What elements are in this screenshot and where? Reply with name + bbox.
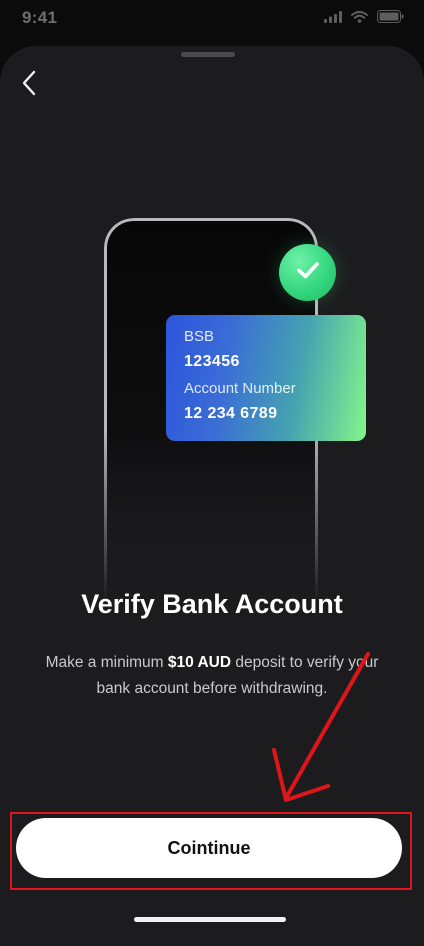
signal-icon: [324, 10, 342, 28]
bsb-value: 123456: [184, 353, 240, 370]
wifi-icon: [351, 10, 368, 28]
sheet-grabber[interactable]: [181, 52, 235, 57]
home-indicator: [134, 917, 286, 922]
checkmark-icon: [296, 260, 320, 285]
bottom-sheet: BSB 123456 Account Number 12 234 6789 Ve…: [0, 46, 424, 946]
status-icons: [324, 10, 404, 28]
annotation-arrow: [272, 652, 370, 802]
account-number-value: 12 234 6789: [184, 405, 278, 422]
battery-icon: [377, 10, 404, 28]
bsb-label: BSB: [184, 328, 215, 345]
continue-button[interactable]: Cointinue: [16, 818, 402, 878]
description-before: Make a minimum: [45, 654, 168, 671]
minimum-amount: $10 AUD: [167, 654, 232, 671]
back-button[interactable]: [14, 70, 44, 100]
account-number-label: Account Number: [184, 380, 296, 397]
chevron-left-icon: [21, 70, 37, 101]
status-time: 9:41: [22, 8, 58, 27]
verified-badge: [279, 244, 336, 301]
page-title: Verify Bank Account: [81, 589, 343, 619]
bank-account-card: BSB 123456 Account Number 12 234 6789: [166, 315, 366, 441]
status-bar: 9:41: [0, 0, 424, 36]
